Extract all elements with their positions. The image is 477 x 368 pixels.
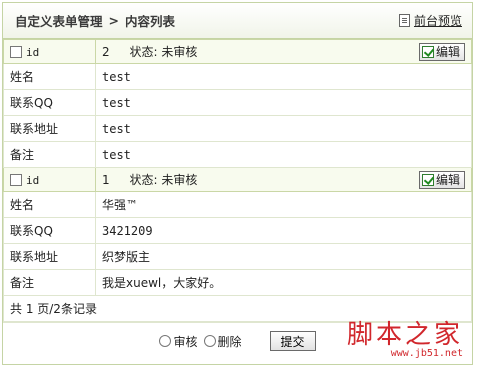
field-value: 华强™ — [95, 191, 472, 218]
field-value: test — [95, 89, 472, 116]
content-list-panel: 自定义表单管理 > 内容列表 前台预览 id 2 状态: 未审核 编辑 姓名 t… — [2, 2, 473, 365]
field-value: test — [95, 141, 472, 168]
delete-radio-label: 删除 — [217, 334, 242, 349]
approve-radio-label: 审核 — [173, 334, 198, 349]
field-label: 联系QQ — [3, 217, 96, 244]
approve-radio[interactable]: 审核 — [159, 333, 198, 350]
checkmark-icon — [421, 173, 434, 186]
record-header-row: id 2 状态: 未审核 编辑 — [3, 39, 472, 64]
table-row: 联系QQ test — [3, 89, 472, 116]
table-row: 联系地址 test — [3, 115, 472, 142]
record-status: 状态: 未审核 — [129, 44, 198, 59]
table-row: 备注 我是xuewl，大家好。 — [3, 269, 472, 296]
field-label: 联系地址 — [3, 243, 96, 270]
action-bar: 审核 删除 提交 — [3, 322, 472, 359]
record-checkbox[interactable] — [10, 174, 22, 186]
table-row: 联系QQ 3421209 — [3, 217, 472, 244]
field-label: 联系QQ — [3, 89, 96, 116]
delete-radio-circle[interactable] — [203, 335, 216, 347]
table-row: 备注 test — [3, 141, 472, 168]
record-info-cell: 1 状态: 未审核 编辑 — [95, 167, 472, 192]
edit-button-label: 编辑 — [435, 173, 460, 187]
record-status: 状态: 未审核 — [129, 172, 198, 187]
title-bar: 自定义表单管理 > 内容列表 前台预览 — [3, 3, 472, 39]
id-label: id — [26, 45, 40, 59]
table-row: 姓名 test — [3, 63, 472, 90]
edit-button-label: 编辑 — [435, 45, 460, 59]
field-label: 备注 — [3, 141, 96, 168]
record-select-cell: id — [3, 167, 96, 192]
record-id: 1 — [102, 172, 110, 187]
field-label: 备注 — [3, 269, 96, 296]
breadcrumb-form-manage[interactable]: 自定义表单管理 — [15, 11, 103, 30]
id-label: id — [26, 173, 40, 187]
field-value: 我是xuewl，大家好。 — [95, 269, 472, 296]
field-label: 姓名 — [3, 63, 96, 90]
checkmark-icon — [421, 45, 434, 58]
pagination-summary: 共 1 页/2条记录 — [3, 295, 472, 322]
edit-button[interactable]: 编辑 — [418, 170, 465, 189]
records-table: id 2 状态: 未审核 编辑 姓名 test 联系QQ test 联系地址 t… — [3, 39, 472, 322]
submit-button[interactable]: 提交 — [269, 331, 316, 351]
record-header-row: id 1 状态: 未审核 编辑 — [3, 167, 472, 192]
record-select-cell: id — [3, 39, 96, 64]
breadcrumb-separator: > — [108, 13, 119, 28]
record-id: 2 — [102, 44, 110, 59]
approve-radio-circle[interactable] — [159, 335, 172, 347]
field-value: 3421209 — [95, 217, 472, 244]
frontend-preview-link[interactable]: 前台预览 — [398, 12, 462, 29]
record-info-cell: 2 状态: 未审核 编辑 — [95, 39, 472, 64]
edit-button[interactable]: 编辑 — [418, 42, 465, 61]
field-value: test — [95, 115, 472, 142]
document-icon — [398, 14, 410, 27]
frontend-preview-label[interactable]: 前台预览 — [414, 12, 462, 29]
breadcrumb: 自定义表单管理 > 内容列表 — [15, 11, 175, 30]
summary-row: 共 1 页/2条记录 — [3, 295, 472, 322]
field-value: test — [95, 63, 472, 90]
table-row: 姓名 华强™ — [3, 191, 472, 218]
breadcrumb-content-list: 内容列表 — [125, 14, 176, 29]
field-value: 织梦版主 — [95, 243, 472, 270]
delete-radio[interactable]: 删除 — [203, 333, 242, 350]
field-label: 联系地址 — [3, 115, 96, 142]
record-checkbox[interactable] — [10, 46, 22, 58]
field-label: 姓名 — [3, 191, 96, 218]
table-row: 联系地址 织梦版主 — [3, 243, 472, 270]
